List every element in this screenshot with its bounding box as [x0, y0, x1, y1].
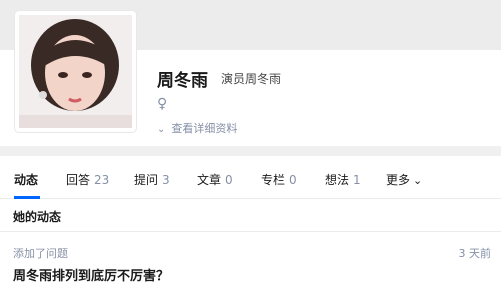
feed-time: 3 天前	[458, 247, 492, 260]
section-header: 她的动态	[0, 199, 501, 232]
tab-label: 动态	[14, 173, 39, 187]
tab-count: 0	[289, 173, 297, 187]
feed-action: 添加了问题	[13, 247, 68, 260]
profile-headline: 演员周冬雨	[221, 72, 282, 86]
tab-thoughts[interactable]: 想法 1	[325, 171, 361, 188]
section-title: 她的动态	[13, 210, 62, 224]
divider	[0, 146, 501, 156]
tab-count: 0	[225, 173, 233, 187]
tab-label: 回答	[66, 173, 91, 187]
avatar-portrait	[19, 15, 132, 128]
chevron-down-icon: ⌄	[157, 124, 166, 135]
tab-label: 文章	[197, 173, 222, 187]
feed-item[interactable]: 添加了问题 3 天前 周冬雨排列到底厉不厉害？	[0, 232, 501, 291]
tab-more[interactable]: 更多 ⌄	[386, 171, 422, 188]
tab-label: 想法	[325, 173, 350, 187]
tab-answers[interactable]: 回答 23	[66, 171, 109, 188]
tab-columns[interactable]: 专栏 0	[261, 171, 297, 188]
tab-questions[interactable]: 提问 3	[134, 171, 170, 188]
avatar[interactable]	[15, 11, 136, 132]
question-title-link[interactable]: 周冬雨排列到底厉不厉害？	[13, 265, 169, 284]
tab-label: 更多	[386, 173, 411, 187]
tab-count: 1	[353, 173, 361, 187]
tab-activity[interactable]: 动态	[14, 171, 38, 188]
tab-count: 23	[94, 173, 110, 187]
chevron-down-icon: ⌄	[413, 174, 423, 187]
view-details-link[interactable]: ⌄ 查看详细资料	[157, 120, 237, 136]
profile-tabs: 动态 回答 23 提问 3 文章 0 专栏 0 想法 1 更多 ⌄	[0, 156, 501, 199]
female-icon: ♀	[157, 96, 168, 112]
tab-count: 3	[162, 173, 170, 187]
tab-label: 专栏	[261, 173, 286, 187]
tab-label: 提问	[134, 173, 159, 187]
tab-articles[interactable]: 文章 0	[197, 171, 233, 188]
view-details-label: 查看详细资料	[171, 122, 238, 135]
profile-name: 周冬雨	[157, 71, 208, 91]
